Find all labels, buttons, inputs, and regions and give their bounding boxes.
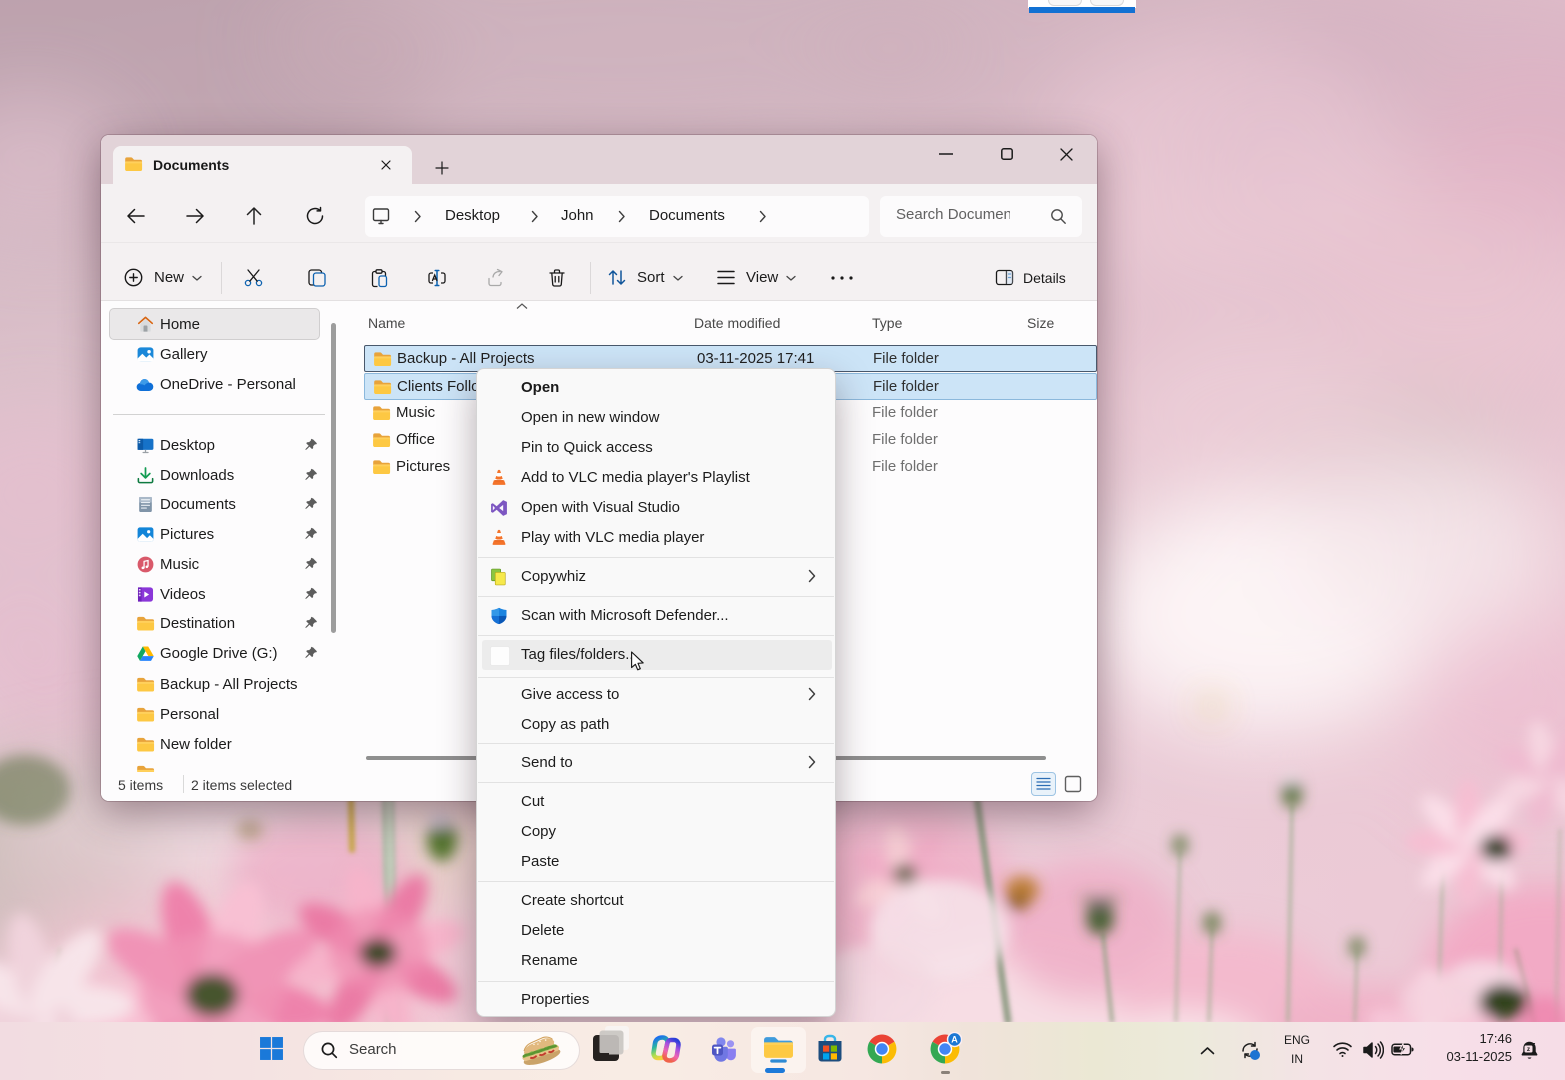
svg-text:z: z — [1533, 1042, 1536, 1048]
svg-text:A: A — [951, 1035, 958, 1045]
